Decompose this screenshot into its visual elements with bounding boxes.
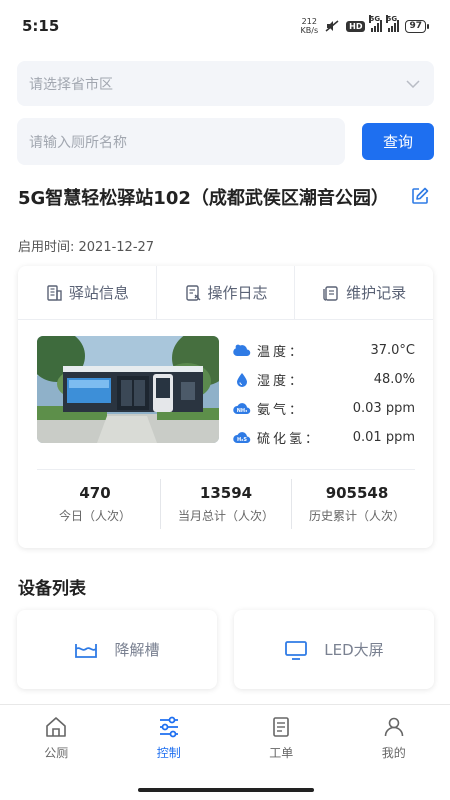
nav-item-toilet[interactable]: 公厕 <box>0 705 113 800</box>
start-date: 启用时间: 2021-12-27 <box>18 240 155 255</box>
device-card-led-screen[interactable]: LED大屏 <box>234 610 434 689</box>
sensor-row-humidity: 湿度： 48.0% <box>233 365 415 394</box>
nav-label-toilet: 公厕 <box>44 746 69 760</box>
sensor-row-hydrogen-sulfide: H₂S 硫化氢： 0.01 ppm <box>233 423 415 452</box>
control-icon <box>159 716 178 738</box>
home-icon <box>46 717 67 737</box>
sensor-label-ammonia: 氨气： <box>257 403 306 418</box>
status-bar: 5:15 212 KB/s HD 5G 5G 97 <box>0 0 450 52</box>
stat-today-value: 470 <box>79 484 111 502</box>
tab-operation-log-label: 操作日志 <box>207 284 268 302</box>
sensor-value-humidity: 48.0% <box>373 372 415 387</box>
degradation-tank-icon <box>75 643 98 658</box>
stat-history-value: 905548 <box>325 484 389 502</box>
temperature-icon <box>233 343 251 359</box>
hd-voice-badge: HD <box>346 20 366 32</box>
sensor-label-temperature: 温度： <box>257 345 306 360</box>
home-indicator <box>138 788 314 792</box>
stat-history: 905548 历史累计（人次） <box>292 479 422 529</box>
visit-stats: 470 今日（人次） 13594 当月总计（人次） 905548 历史累计（人次… <box>30 479 422 529</box>
tab-operation-log[interactable]: 操作日志 <box>157 266 296 319</box>
signal-icon-1: 5G <box>369 15 383 32</box>
work-order-icon <box>273 717 290 737</box>
monitor-icon <box>285 640 308 660</box>
nav-item-work-order[interactable]: 工单 <box>225 705 338 800</box>
sensor-value-ammonia: 0.03 ppm <box>352 401 415 416</box>
device-label-degradation-tank: 降解槽 <box>114 641 160 659</box>
station-info-card: 驿站信息 操作日志 维护记录 温度： 37.0°C 湿度： 48.0% NH₃ … <box>18 266 433 548</box>
ammonia-icon: NH₃ <box>233 401 251 417</box>
battery-icon: 97 <box>405 19 429 33</box>
search-row: 请输入厕所名称 查询 <box>17 118 434 165</box>
stat-month-label: 当月总计（人次） <box>177 509 274 523</box>
status-time: 5:15 <box>22 17 60 35</box>
sensor-value-hydrogen-sulfide: 0.01 ppm <box>352 430 415 445</box>
sensor-value-temperature: 37.0°C <box>370 343 415 358</box>
edit-icon[interactable] <box>410 186 430 206</box>
mute-icon <box>325 20 339 32</box>
signal-label-2: 5G <box>386 15 398 23</box>
operation-log-icon <box>185 284 200 301</box>
hydrogen-sulfide-icon-text: H₂S <box>237 437 247 443</box>
nav-label-control: 控制 <box>156 746 181 760</box>
device-label-led-screen: LED大屏 <box>324 641 384 659</box>
station-tabs: 驿站信息 操作日志 维护记录 <box>18 266 433 320</box>
station-photo <box>37 336 219 443</box>
stat-history-label: 历史累计（人次） <box>308 509 405 523</box>
device-card-degradation-tank[interactable]: 降解槽 <box>17 610 217 689</box>
search-input-placeholder: 请输入厕所名称 <box>29 134 127 151</box>
device-list-title: 设备列表 <box>18 579 86 599</box>
tab-station-info-label: 驿站信息 <box>68 284 129 302</box>
sensor-row-ammonia: NH₃ 氨气： 0.03 ppm <box>233 394 415 423</box>
stat-month-value: 13594 <box>199 484 253 502</box>
network-speed-value: 212 <box>301 17 317 26</box>
network-speed: 212 KB/s <box>301 17 319 35</box>
search-button[interactable]: 查询 <box>362 123 434 160</box>
stat-month: 13594 当月总计（人次） <box>161 479 292 529</box>
stat-today: 470 今日（人次） <box>30 479 161 529</box>
sensor-row-temperature: 温度： 37.0°C <box>233 336 415 365</box>
chevron-down-icon <box>406 79 420 88</box>
sensor-label-hydrogen-sulfide: 硫化氢： <box>257 432 322 447</box>
nav-item-control[interactable]: 控制 <box>113 705 226 800</box>
station-info-icon <box>47 284 62 301</box>
nav-label-work-order: 工单 <box>269 746 294 760</box>
hydrogen-sulfide-icon: H₂S <box>233 430 251 446</box>
sensor-list: 温度： 37.0°C 湿度： 48.0% NH₃ 氨气： 0.03 ppm H₂… <box>233 336 415 452</box>
toilet-name-search-input[interactable]: 请输入厕所名称 <box>17 118 345 165</box>
nav-label-mine: 我的 <box>381 746 406 760</box>
humidity-icon <box>233 372 251 388</box>
region-select-placeholder: 请选择省市区 <box>29 76 113 93</box>
sensor-label-humidity: 湿度： <box>257 374 306 389</box>
user-icon <box>384 717 404 737</box>
tab-maintenance-record-label: 维护记录 <box>346 284 407 302</box>
status-icons: 212 KB/s HD 5G 5G 97 <box>301 15 429 35</box>
tab-station-info[interactable]: 驿站信息 <box>18 266 157 319</box>
nav-item-mine[interactable]: 我的 <box>338 705 450 800</box>
station-title: 5G智慧轻松驿站102（成都武侯区潮音公园） <box>18 188 389 209</box>
ammonia-icon-text: NH₃ <box>237 408 248 414</box>
tab-maintenance-record[interactable]: 维护记录 <box>295 266 433 319</box>
bottom-nav: 公厕 控制 工单 我的 <box>0 704 450 800</box>
signal-label-1: 5G <box>369 15 381 23</box>
network-speed-unit: KB/s <box>300 26 319 35</box>
maintenance-record-icon <box>323 285 338 301</box>
signal-icon-2: 5G <box>386 15 400 32</box>
card-divider <box>37 469 415 470</box>
stat-today-label: 今日（人次） <box>58 509 131 523</box>
region-select[interactable]: 请选择省市区 <box>17 61 434 106</box>
